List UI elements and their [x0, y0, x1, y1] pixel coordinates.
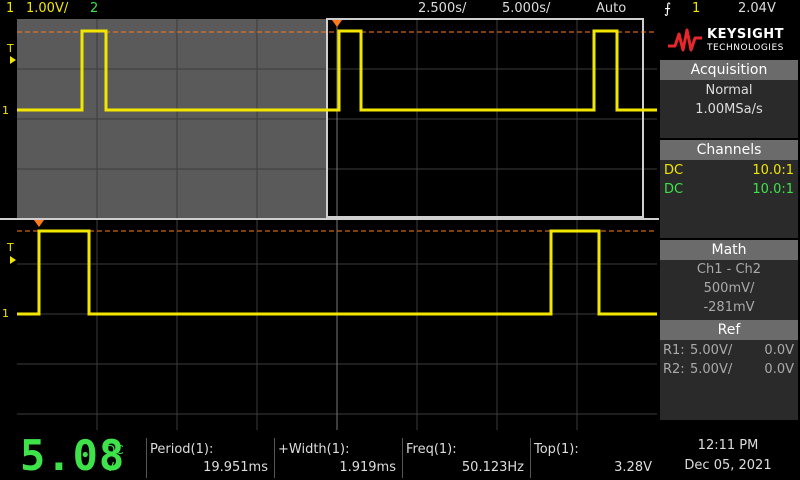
- info-panel: KEYSIGHT TECHNOLOGIES Acquisition Normal…: [659, 18, 800, 430]
- lower-ch1-marker[interactable]: 1: [2, 307, 9, 320]
- measurement-freq[interactable]: Freq(1): 50.123Hz: [402, 432, 530, 480]
- brand-sub: TECHNOLOGIES: [707, 43, 784, 53]
- clock-time: 12:11 PM: [697, 438, 759, 453]
- ch2-probe-ratio: 10.0:1: [752, 182, 794, 197]
- ref1-offset: 0.0V: [764, 343, 794, 358]
- ch1-number[interactable]: 1: [6, 0, 14, 18]
- acquisition-body[interactable]: Normal 1.00MSa/s: [660, 80, 798, 138]
- waveform-display[interactable]: T 1 T 1: [0, 18, 659, 430]
- lower-trigger-arrow-icon[interactable]: [10, 256, 16, 264]
- math-scale: 500mV/: [703, 281, 755, 296]
- acquisition-header[interactable]: Acquisition: [660, 60, 798, 80]
- trigger-mode[interactable]: Auto: [596, 0, 626, 18]
- clock: 12:11 PM Dec 05, 2021: [660, 432, 800, 480]
- ch2-number[interactable]: 2: [90, 0, 98, 18]
- brand-name: KEYSIGHT: [707, 27, 784, 42]
- dvm-coupling: DC: [106, 443, 124, 457]
- measurement-label: Period(1):: [150, 442, 214, 457]
- channels-body[interactable]: DC 10.0:1 DC 10.0:1: [660, 160, 798, 238]
- measurement-value: 3.28V: [614, 460, 652, 475]
- keysight-wave-icon: [668, 28, 702, 52]
- ref-header[interactable]: Ref: [660, 320, 798, 340]
- channels-header[interactable]: Channels: [660, 140, 798, 160]
- upper-ch1-marker[interactable]: 1: [2, 104, 9, 117]
- ref-body[interactable]: R1: 5.00V/ 0.0V R2: 5.00V/ 0.0V: [660, 340, 798, 420]
- acquisition-rate: 1.00MSa/s: [695, 102, 763, 117]
- trigger-level[interactable]: 2.04V: [738, 0, 776, 18]
- trigger-channel[interactable]: 1: [692, 0, 700, 18]
- math-offset: -281mV: [703, 300, 755, 315]
- ref1-name: R1:: [663, 343, 685, 358]
- lower-trigger-marker[interactable]: [34, 220, 44, 227]
- dvm-unit: V: [106, 460, 115, 474]
- time-scale[interactable]: 5.000s/: [502, 0, 550, 18]
- ch1-coupling: DC: [664, 163, 684, 178]
- measurement-width[interactable]: +Width(1): 1.919ms: [274, 432, 402, 480]
- clock-date: Dec 05, 2021: [684, 458, 772, 473]
- acquisition-mode: Normal: [705, 83, 753, 98]
- math-header[interactable]: Math: [660, 240, 798, 260]
- measurement-label: +Width(1):: [278, 442, 350, 457]
- status-bar: 1 1.00V/ 2 2.500s/ 5.000s/ Auto ⨍ 1 2.04…: [0, 0, 800, 18]
- measurement-bar: 5.08 DC V Period(1): 19.951ms +Width(1):…: [0, 432, 800, 480]
- ref2-name: R2:: [663, 362, 685, 377]
- upper-trigger-arrow-icon[interactable]: [10, 56, 16, 64]
- time-delay[interactable]: 2.500s/: [418, 0, 466, 18]
- ref1-scale: 5.00V/: [690, 343, 733, 358]
- dvm-readout[interactable]: 5.08 DC V: [2, 432, 146, 480]
- ch2-coupling: DC: [664, 182, 684, 197]
- ch1-scale[interactable]: 1.00V/: [26, 0, 68, 18]
- measurement-top[interactable]: Top(1): 3.28V: [530, 432, 658, 480]
- ch1-probe-ratio: 10.0:1: [752, 163, 794, 178]
- keysight-logo: KEYSIGHT TECHNOLOGIES: [667, 24, 797, 58]
- measurement-period[interactable]: Period(1): 19.951ms: [146, 432, 274, 480]
- measurement-label: Freq(1):: [406, 442, 457, 457]
- waveform-svg: T 1 T 1: [0, 18, 659, 430]
- lower-trigger-t-label: T: [6, 241, 14, 254]
- measurement-label: Top(1):: [534, 442, 579, 457]
- measurement-value: 1.919ms: [339, 460, 396, 475]
- ref2-scale: 5.00V/: [690, 362, 733, 377]
- measurement-value: 19.951ms: [203, 460, 268, 475]
- ref2-offset: 0.0V: [764, 362, 794, 377]
- math-body[interactable]: Ch1 - Ch2 500mV/ -281mV: [660, 260, 798, 320]
- trigger-edge-icon: ⨍: [664, 1, 672, 17]
- math-function: Ch1 - Ch2: [696, 262, 762, 277]
- upper-trigger-t-label: T: [6, 42, 14, 55]
- measurement-value: 50.123Hz: [461, 460, 524, 475]
